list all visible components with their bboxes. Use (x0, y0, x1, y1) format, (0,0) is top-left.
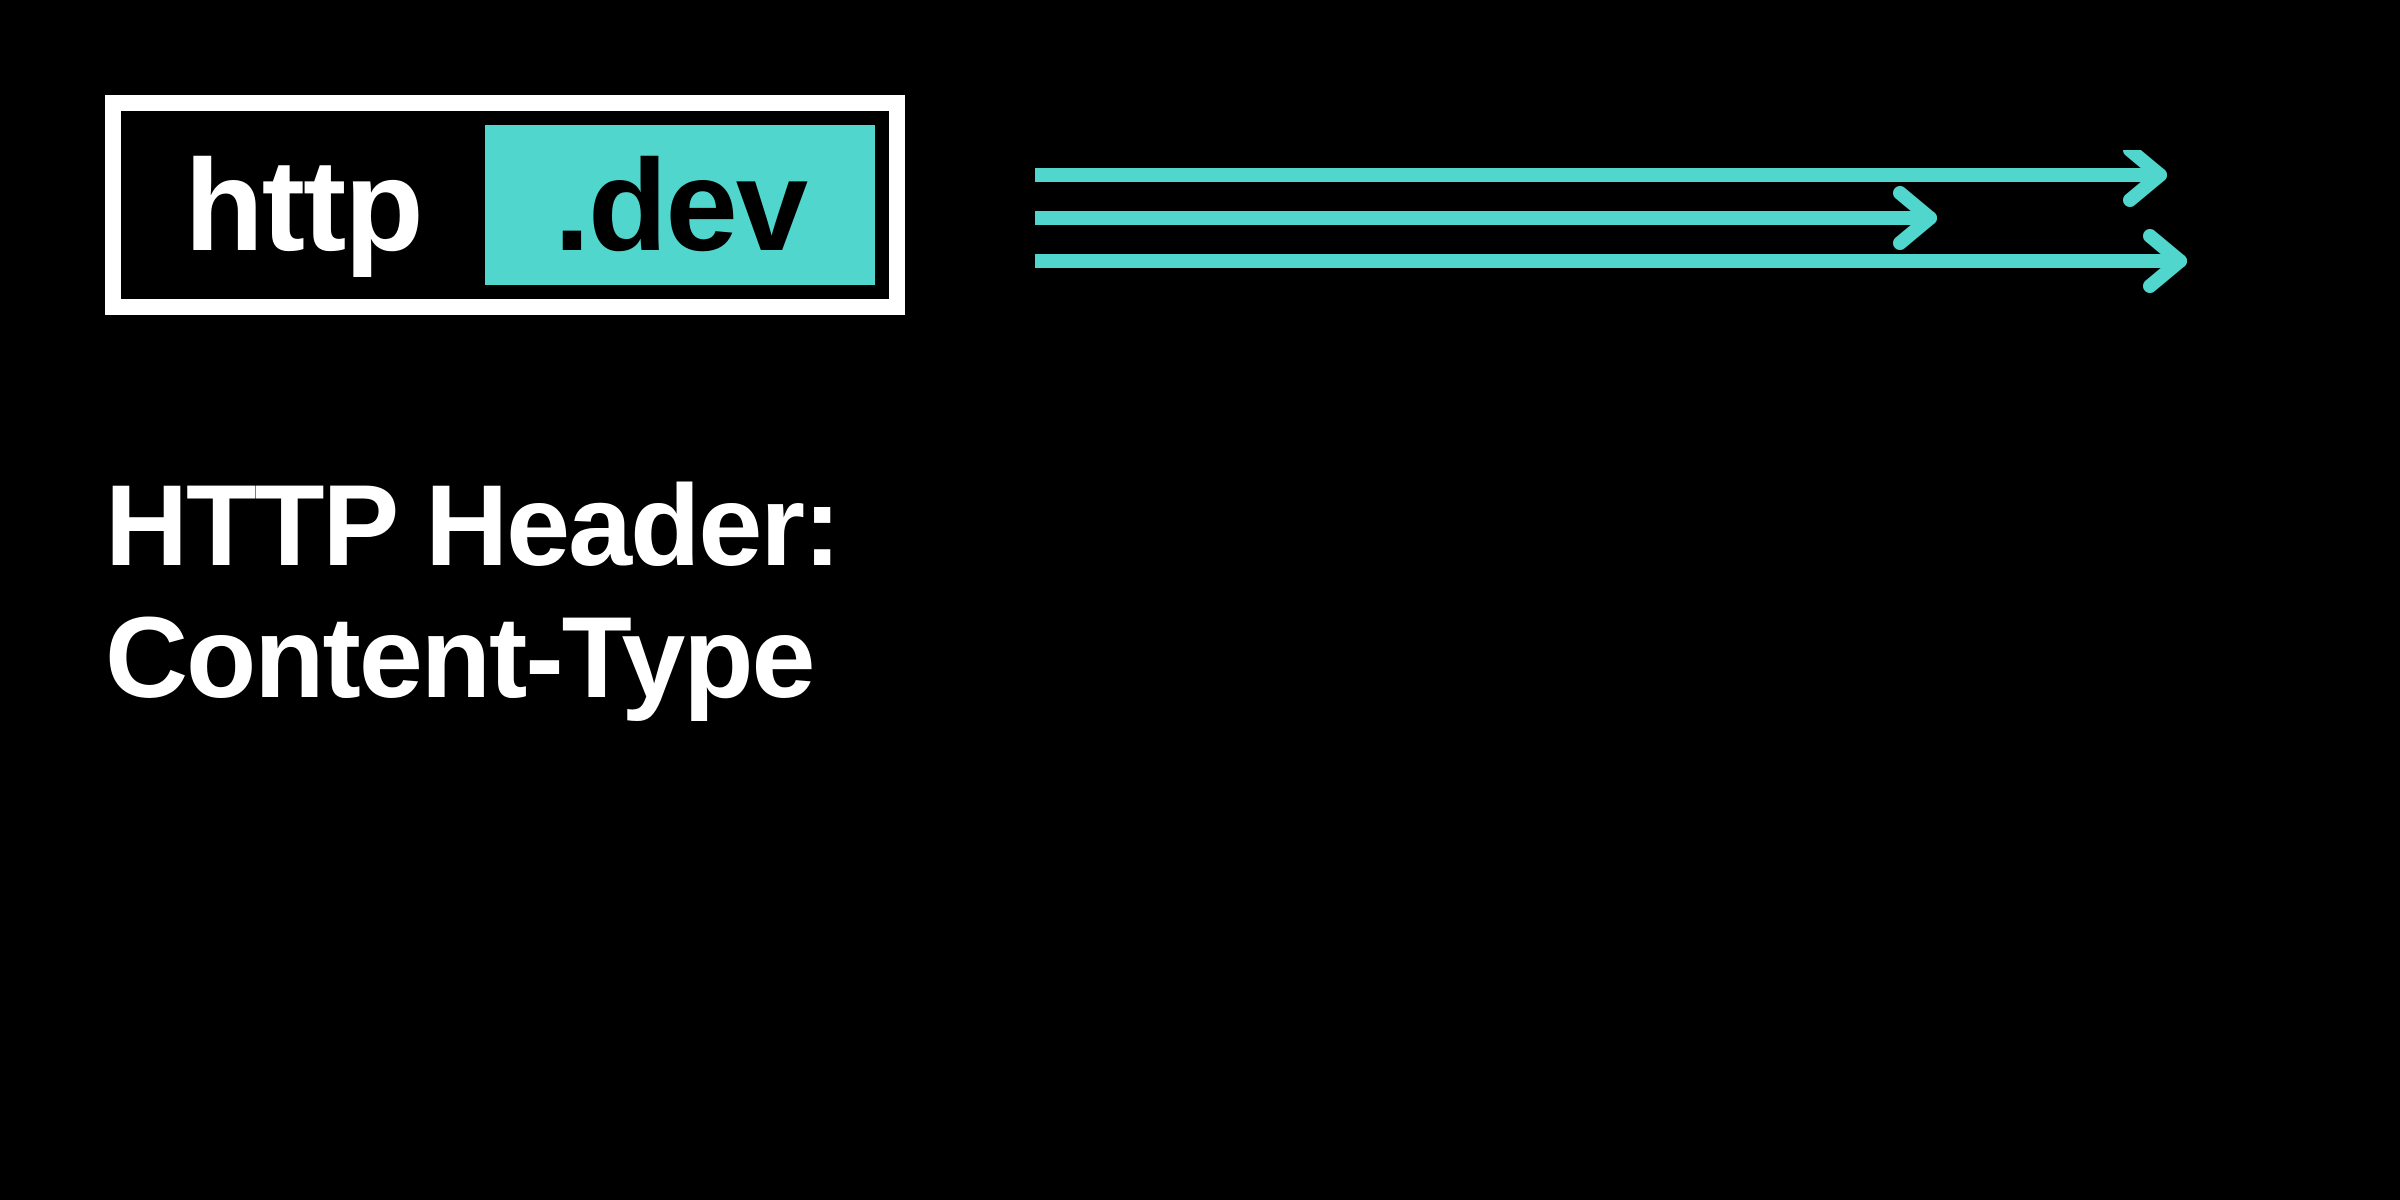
heading-line-2: Content-Type (105, 592, 839, 724)
page-heading: HTTP Header: Content-Type (105, 460, 839, 725)
heading-line-1: HTTP Header: (105, 460, 839, 592)
arrows-icon (1035, 150, 2190, 295)
logo-left-text: http (121, 111, 485, 299)
logo-right-text: .dev (485, 125, 875, 285)
logo-box: http .dev (105, 95, 905, 315)
